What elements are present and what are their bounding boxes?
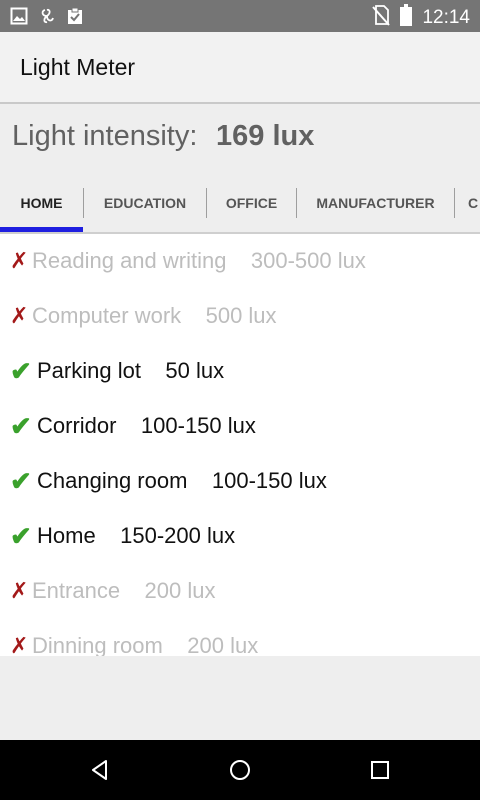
status-system: 12:14 — [372, 4, 470, 31]
image-icon — [10, 7, 28, 30]
clipboard-check-icon — [66, 7, 84, 30]
status-notifications — [10, 7, 84, 30]
intensity-panel: Light intensity: 169 lux — [0, 104, 480, 174]
check-icon: ✔ — [10, 521, 32, 551]
tab-label: OFFICE — [225, 195, 278, 211]
recommendation-list[interactable]: ✗ Reading and writing 300-500 lux ✗ Comp… — [0, 234, 480, 656]
list-item[interactable]: ✔ Corridor 100-150 lux — [0, 399, 480, 454]
list-item[interactable]: ✗ Reading and writing 300-500 lux — [0, 234, 480, 289]
check-icon: ✔ — [10, 466, 32, 496]
list-item-text: Home 150-200 lux — [37, 523, 236, 548]
app-title: Light Meter — [20, 54, 136, 80]
list-item[interactable]: ✗ Computer work 500 lux — [0, 289, 480, 344]
navigation-bar — [0, 740, 480, 800]
cross-icon: ✗ — [10, 578, 29, 603]
list-item[interactable]: ✔ Changing room 100-150 lux — [0, 454, 480, 509]
cross-icon: ✗ — [10, 303, 29, 328]
list-item[interactable]: ✗ Entrance 200 lux — [0, 564, 480, 619]
intensity-label: Light intensity: — [12, 120, 198, 152]
list-item[interactable]: ✔ Parking lot 50 lux — [0, 344, 480, 399]
tab-overflow[interactable]: C — [468, 174, 480, 232]
tab-home[interactable]: HOME — [0, 174, 83, 232]
recents-icon[interactable] — [366, 756, 394, 784]
list-item-text: Changing room 100-150 lux — [37, 468, 327, 493]
list-item-text: Entrance 200 lux — [32, 578, 216, 603]
check-icon: ✔ — [10, 356, 32, 386]
tab-education[interactable]: EDUCATION — [84, 174, 206, 232]
tab-label: MANUFACTURER — [316, 195, 435, 211]
battery-icon — [400, 4, 413, 31]
tab-label: EDUCATION — [103, 195, 187, 211]
tab-label: C — [468, 195, 479, 211]
tab-manufacturer[interactable]: MANUFACTURER — [297, 174, 454, 232]
tab-label: HOME — [20, 195, 63, 211]
category-tabs: HOME EDUCATION OFFICE MANUFACTURER C — [0, 174, 480, 234]
tab-divider — [454, 188, 455, 218]
check-icon: ✔ — [10, 411, 32, 441]
list-item-text: Corridor 100-150 lux — [37, 413, 256, 438]
home-icon[interactable] — [226, 756, 254, 784]
status-time: 12:14 — [422, 6, 470, 28]
list-item[interactable]: ✗ Dinning room 200 lux — [0, 619, 480, 656]
tab-office[interactable]: OFFICE — [207, 174, 296, 232]
tab-indicator — [0, 227, 83, 232]
status-bar: 12:14 — [0, 0, 480, 32]
cross-icon: ✗ — [10, 248, 29, 273]
list-item[interactable]: ✔ Home 150-200 lux — [0, 509, 480, 564]
app-bar: Light Meter — [0, 32, 480, 104]
back-icon[interactable] — [86, 756, 114, 784]
pinwheel-icon — [38, 7, 56, 30]
intensity-value: 169 lux — [216, 120, 315, 152]
no-sim-icon — [372, 4, 391, 31]
list-item-text: Reading and writing 300-500 lux — [32, 248, 366, 273]
cross-icon: ✗ — [10, 633, 29, 656]
list-item-text: Parking lot 50 lux — [37, 358, 225, 383]
list-item-text: Computer work 500 lux — [32, 303, 277, 328]
list-item-text: Dinning room 200 lux — [32, 633, 259, 656]
